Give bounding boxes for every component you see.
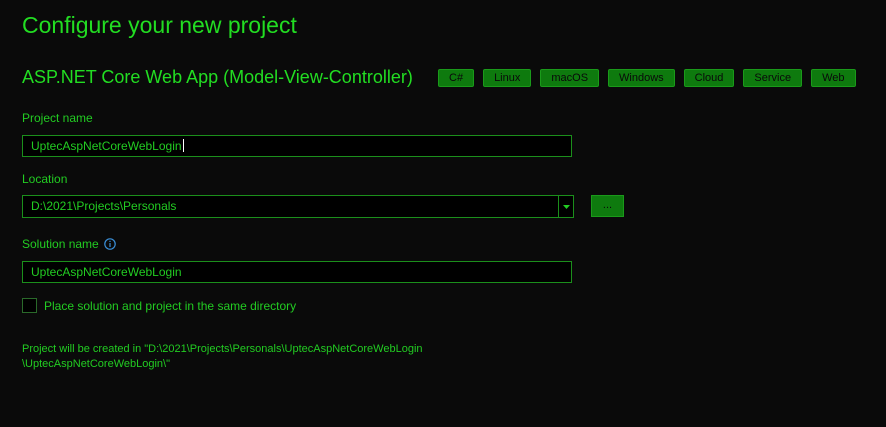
page-title: Configure your new project bbox=[22, 12, 297, 38]
solution-name-input[interactable]: UptecAspNetCoreWebLogin bbox=[22, 261, 572, 283]
info-icon[interactable] bbox=[103, 238, 116, 250]
tag-web: Web bbox=[811, 69, 856, 87]
tag-cloud: Cloud bbox=[683, 69, 735, 87]
template-name: ASP.NET Core Web App (Model-View-Control… bbox=[22, 67, 413, 87]
chevron-down-icon bbox=[562, 204, 570, 209]
project-name-input[interactable]: UptecAspNetCoreWebLogin bbox=[22, 135, 572, 157]
solution-name-label: Solution name bbox=[22, 237, 116, 251]
project-location-note-line2: \UptecAspNetCoreWebLogin\" bbox=[22, 358, 171, 370]
browse-location-button[interactable]: ... bbox=[591, 195, 624, 217]
location-combobox[interactable]: D:\2021\Projects\Personals bbox=[22, 195, 574, 218]
tag-windows: Windows bbox=[608, 69, 675, 87]
tag-csharp: C# bbox=[438, 69, 475, 87]
project-name-value: UptecAspNetCoreWebLogin bbox=[31, 139, 182, 153]
location-value: D:\2021\Projects\Personals bbox=[31, 199, 177, 213]
solution-name-value: UptecAspNetCoreWebLogin bbox=[31, 265, 182, 279]
tag-linux: Linux bbox=[483, 69, 532, 87]
tag-macos: macOS bbox=[540, 69, 600, 87]
location-label: Location bbox=[22, 172, 68, 186]
tag-service: Service bbox=[743, 69, 803, 87]
same-directory-label[interactable]: Place solution and project in the same d… bbox=[44, 299, 296, 313]
template-tags: C# Linux macOS Windows Cloud Service Web bbox=[438, 69, 856, 87]
project-location-note: Project will be created in "D:\2021\Proj… bbox=[22, 342, 423, 372]
same-directory-checkbox[interactable] bbox=[22, 298, 37, 313]
solution-name-label-text: Solution name bbox=[22, 237, 99, 251]
text-caret bbox=[182, 139, 184, 152]
project-location-note-line1: Project will be created in "D:\2021\Proj… bbox=[22, 343, 423, 355]
project-name-label: Project name bbox=[22, 111, 93, 125]
location-dropdown-button[interactable] bbox=[558, 196, 573, 217]
